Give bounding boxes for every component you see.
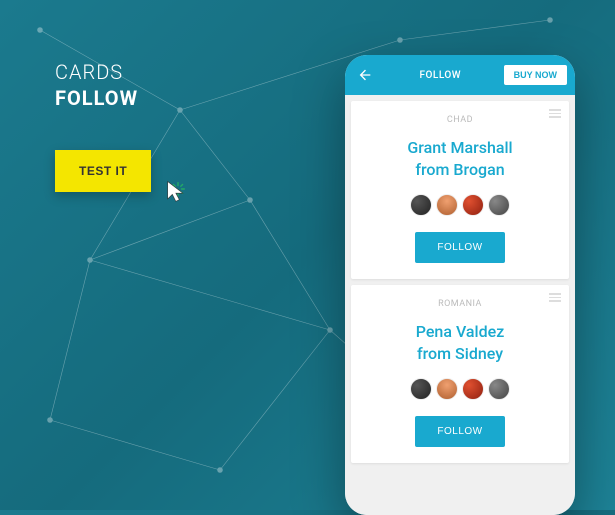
follow-card: CHAD Grant Marshall from Brogan FOLLOW <box>351 101 569 279</box>
avatar[interactable] <box>436 378 458 400</box>
card-name-line1: Grant Marshall <box>361 137 559 159</box>
follow-button[interactable]: FOLLOW <box>415 416 504 447</box>
back-button[interactable] <box>353 63 377 87</box>
card-name-line2: from Sidney <box>361 343 559 365</box>
follow-button[interactable]: FOLLOW <box>415 232 504 263</box>
card-menu-button[interactable] <box>549 109 561 118</box>
avatar[interactable] <box>410 194 432 216</box>
card-country: ROMANIA <box>361 299 559 309</box>
avatar-group <box>361 378 559 400</box>
phone-header-title: FOLLOW <box>383 70 498 81</box>
promo-title-line1: CARDS <box>55 60 175 84</box>
arrow-left-icon <box>357 67 373 83</box>
phone-mockup: FOLLOW BUY NOW CHAD Grant Marshall from … <box>345 55 575 515</box>
phone-body: CHAD Grant Marshall from Brogan FOLLOW R… <box>345 95 575 515</box>
avatar[interactable] <box>436 194 458 216</box>
avatar[interactable] <box>410 378 432 400</box>
follow-card: ROMANIA Pena Valdez from Sidney FOLLOW <box>351 285 569 463</box>
phone-header: FOLLOW BUY NOW <box>345 55 575 95</box>
avatar[interactable] <box>488 378 510 400</box>
test-it-button[interactable]: TEST IT <box>55 150 151 192</box>
avatar[interactable] <box>462 194 484 216</box>
promo-title-line2: FOLLOW <box>55 86 175 110</box>
card-name-line2: from Brogan <box>361 159 559 181</box>
avatar[interactable] <box>488 194 510 216</box>
cursor-icon <box>163 178 191 206</box>
card-name-line1: Pena Valdez <box>361 321 559 343</box>
avatar-group <box>361 194 559 216</box>
card-country: CHAD <box>361 115 559 125</box>
card-menu-button[interactable] <box>549 293 561 302</box>
buy-now-button[interactable]: BUY NOW <box>504 65 567 85</box>
avatar[interactable] <box>462 378 484 400</box>
